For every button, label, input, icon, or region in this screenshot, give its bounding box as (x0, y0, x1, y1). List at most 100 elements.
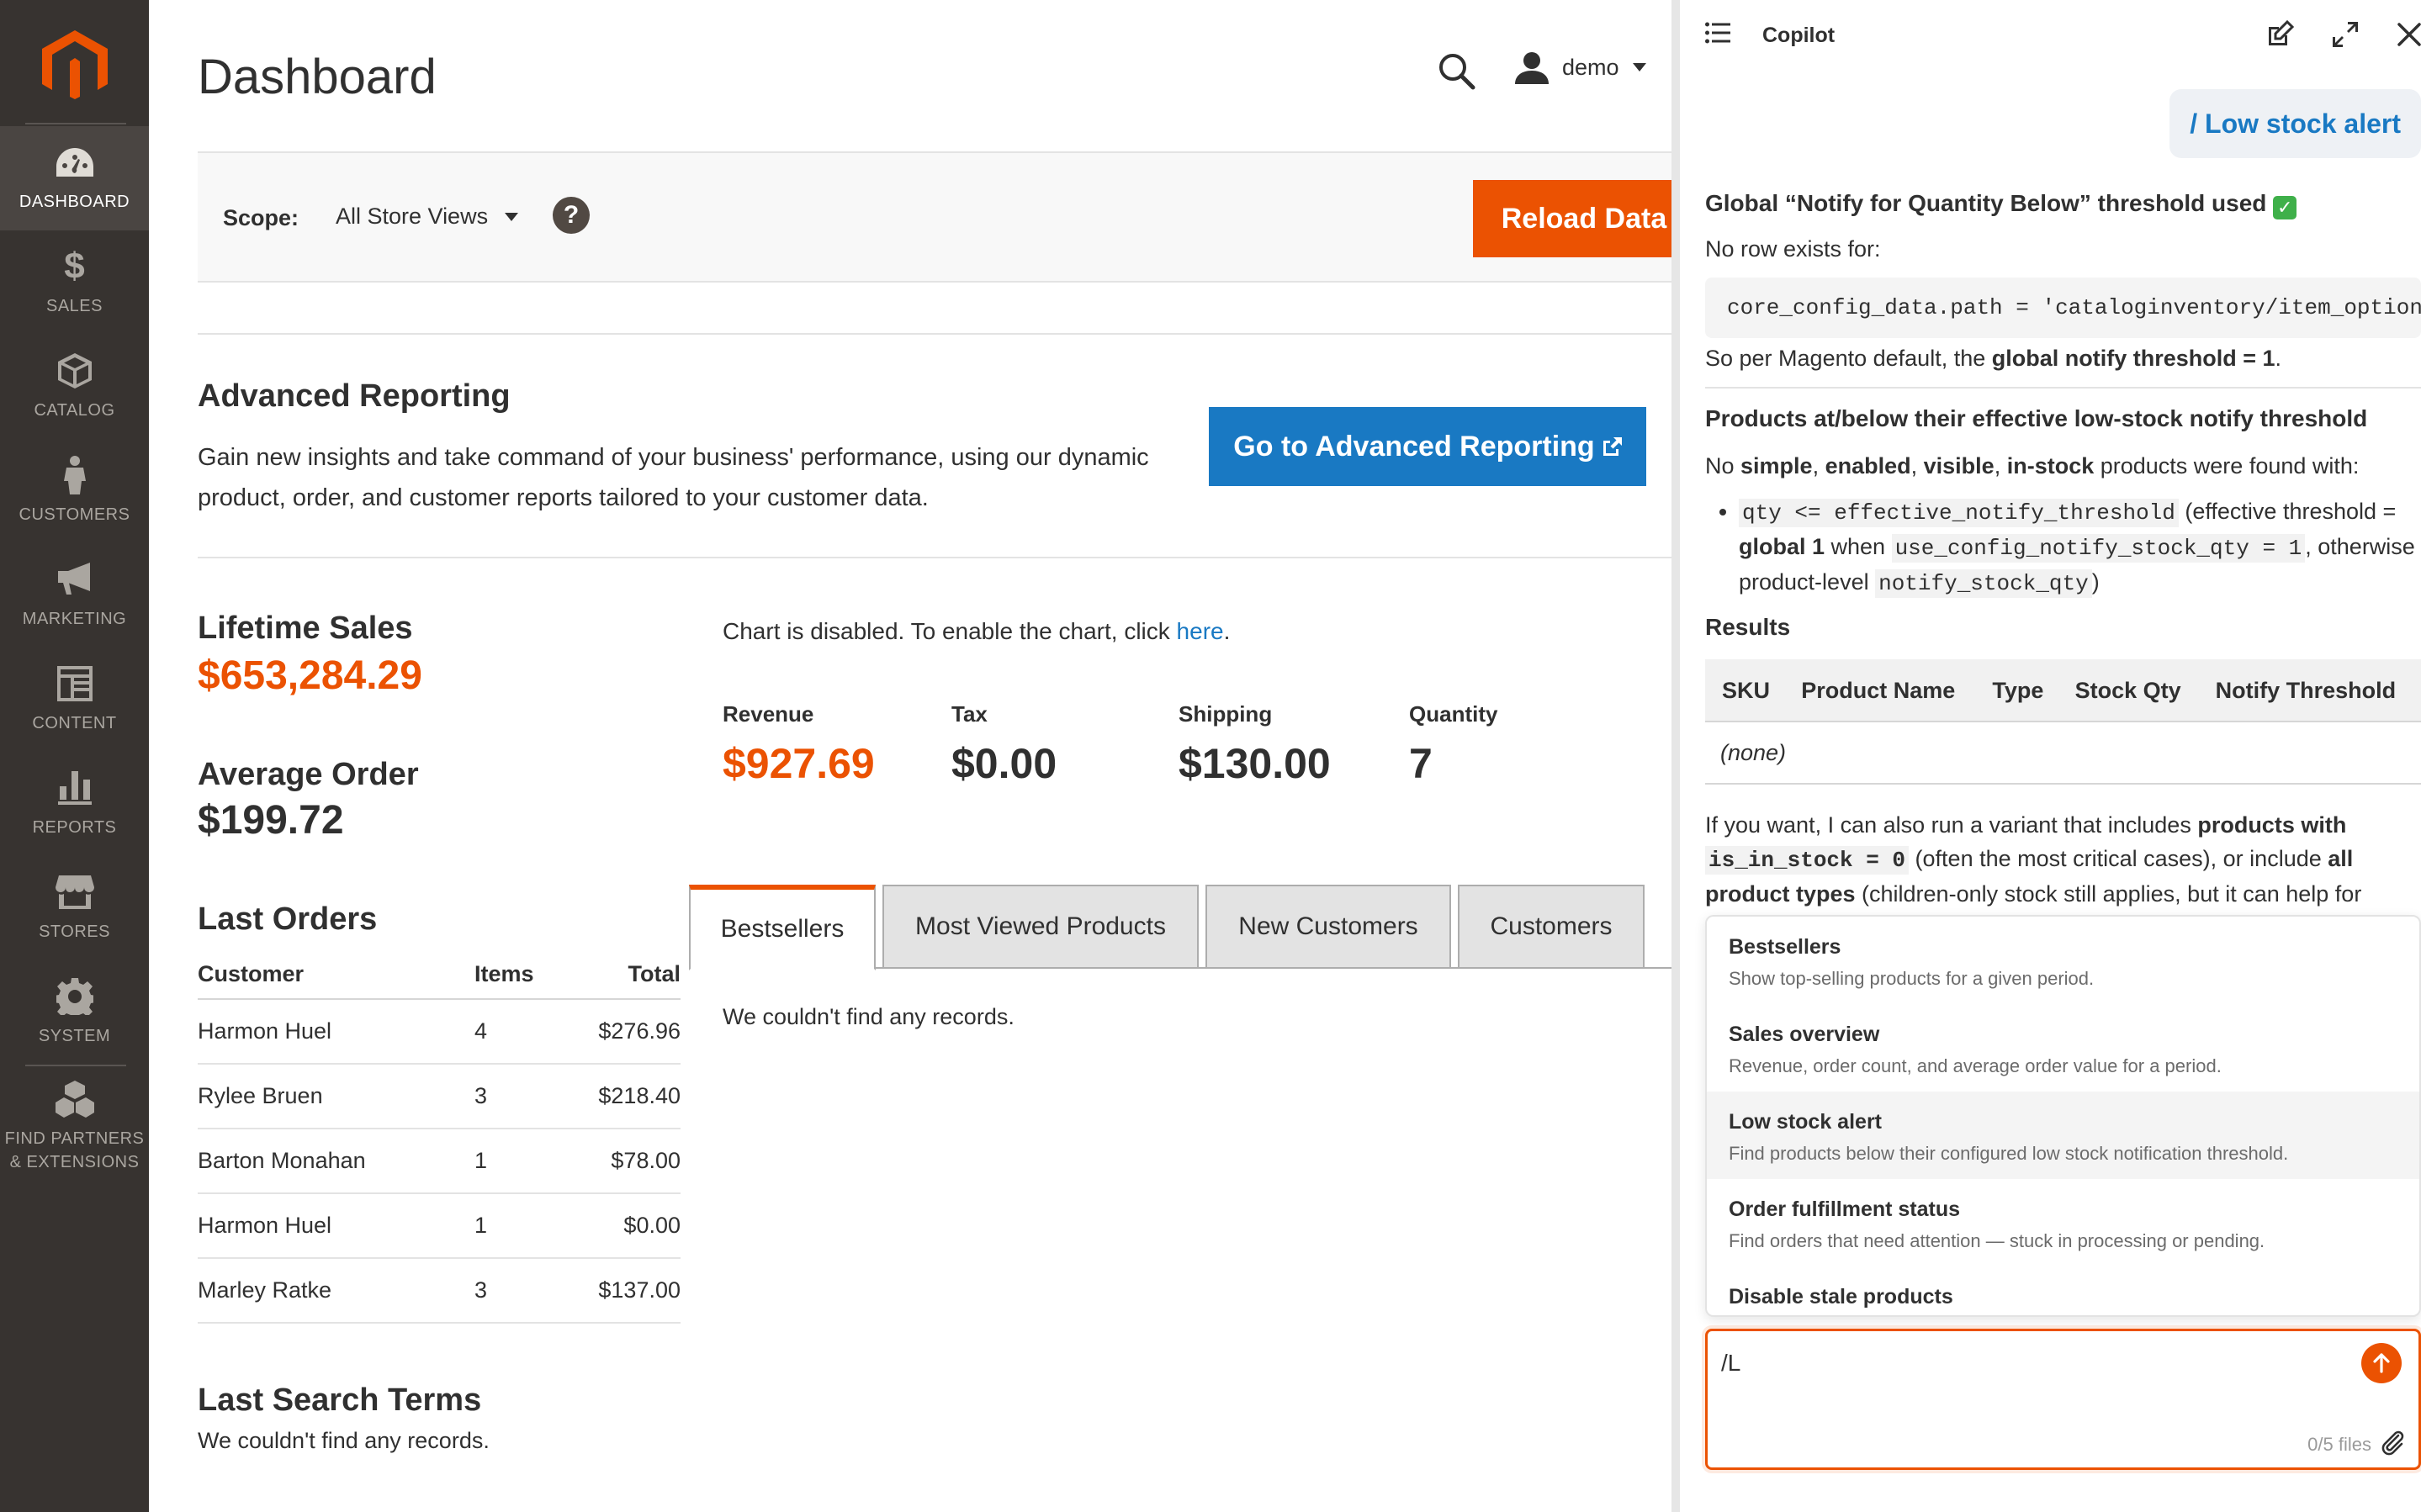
paperclip-icon[interactable] (2380, 1430, 2407, 1457)
files-count: 0/5 files (2307, 1434, 2371, 1455)
average-order-label: Average Order (198, 757, 419, 792)
sidebar-item-find-partners[interactable]: FIND PARTNERS & EXTENSIONS (0, 1070, 149, 1184)
box-icon (56, 352, 94, 390)
average-order-value: $199.72 (198, 798, 344, 843)
chart-disabled-note: Chart is disabled. To enable the chart, … (723, 618, 1231, 644)
total-revenue: Revenue $927.69 (723, 701, 875, 787)
sidebar-item-marketing[interactable]: MARKETING (0, 543, 149, 648)
sidebar-item-sales[interactable]: $ SALES (0, 230, 149, 335)
checkmark-icon: ✓ (2273, 196, 2297, 219)
sidebar-item-dashboard[interactable]: DASHBOARD (0, 126, 149, 230)
column-header: Customer (198, 950, 474, 1000)
sidebar-item-reports[interactable]: REPORTS (0, 752, 149, 856)
go-to-advanced-reporting-button[interactable]: Go to Advanced Reporting (1209, 407, 1646, 486)
admin-sidebar: DASHBOARD $ SALES CATALOG CUSTOMERS MARK… (0, 0, 149, 1512)
button-label: Go to Advanced Reporting (1233, 430, 1595, 463)
column-header: Product Name (1788, 659, 1979, 722)
sidebar-item-system[interactable]: SYSTEM (0, 960, 149, 1065)
answer-text: No simple, enabled, visible, in-stock pr… (1705, 453, 2360, 478)
suggestion-disable-stale-products[interactable]: Disable stale products (1707, 1266, 2419, 1315)
suggestion-bestsellers[interactable]: Bestsellers Show top-selling products fo… (1707, 917, 2419, 1004)
column-header: Total (588, 950, 681, 1000)
user-name: demo (1562, 54, 1619, 80)
search-icon[interactable] (1436, 50, 1476, 91)
lifetime-sales-value: $653,284.29 (198, 653, 422, 698)
reload-data-button[interactable]: Reload Data (1473, 180, 1695, 257)
answer-heading: Products at/below their effective low-st… (1705, 405, 2368, 431)
table-header-row: Customer Items Total (198, 950, 681, 1000)
magento-logo-icon[interactable] (42, 30, 108, 99)
suggestion-low-stock-alert[interactable]: Low stock alert Find products below thei… (1707, 1092, 2419, 1179)
advanced-reporting-title: Advanced Reporting (198, 378, 511, 414)
enable-chart-link[interactable]: here (1177, 618, 1224, 644)
user-message-bubble: / Low stock alert (2169, 89, 2421, 158)
suggestion-order-fulfillment-status[interactable]: Order fulfillment status Find orders tha… (1707, 1179, 2419, 1266)
storefront-icon (55, 873, 94, 912)
answer-text: No row exists for: (1705, 236, 1881, 262)
chevron-down-icon (1632, 63, 1646, 71)
dashboard-tabs: Bestsellers Most Viewed Products New Cus… (689, 885, 1671, 970)
column-header: SKU (1705, 659, 1788, 722)
sidebar-item-catalog[interactable]: CATALOG (0, 335, 149, 439)
scope-bar: Scope: All Store Views ? Reload Data (198, 151, 1695, 283)
table-row[interactable]: Barton Monahan 1 $78.00 (198, 1129, 681, 1194)
assistant-answer: Global “Notify for Quantity Below” thres… (1705, 187, 2421, 375)
new-chat-icon[interactable] (2265, 20, 2294, 49)
assistant-answer-section: Products at/below their effective low-st… (1705, 402, 2421, 911)
section-divider (198, 333, 1671, 335)
total-shipping: Shipping $130.00 (1179, 701, 1331, 787)
command-suggestions: Bestsellers Show top-selling products fo… (1705, 915, 2421, 1317)
table-row[interactable]: Marley Ratke 3 $137.00 (198, 1258, 681, 1324)
user-menu[interactable]: demo (1515, 50, 1646, 84)
answer-divider (1705, 387, 2421, 389)
person-icon (56, 456, 94, 494)
scope-label: Scope: (223, 205, 299, 230)
tab-content-empty: We couldn't find any records. (723, 1004, 1014, 1029)
suggestion-sales-overview[interactable]: Sales overview Revenue, order count, and… (1707, 1004, 2419, 1092)
last-orders-title: Last Orders (198, 901, 378, 937)
logo-divider (25, 123, 126, 124)
sidebar-item-customers[interactable]: CUSTOMERS (0, 439, 149, 543)
results-table: SKU Product Name Type Stock Qty Notify T… (1705, 659, 2421, 785)
total-quantity: Quantity 7 (1409, 701, 1498, 787)
tab-customers[interactable]: Customers (1458, 885, 1645, 969)
send-button[interactable] (2361, 1343, 2402, 1383)
list-menu-icon[interactable] (1705, 22, 1730, 44)
message-input[interactable] (1721, 1350, 2327, 1377)
table-row[interactable]: Harmon Huel 1 $0.00 (198, 1193, 681, 1259)
help-icon[interactable]: ? (553, 197, 590, 234)
lifetime-sales-label: Lifetime Sales (198, 611, 413, 646)
sidebar-item-content[interactable]: CONTENT (0, 648, 149, 752)
dashboard-main: Dashboard demo Scope: All Store Views ? … (149, 0, 1695, 1512)
tab-bestsellers[interactable]: Bestsellers (689, 885, 876, 970)
expand-icon[interactable] (2331, 20, 2360, 49)
column-header: Items (474, 950, 588, 1000)
bullet-item: qty <= effective_notify_threshold (effec… (1739, 494, 2421, 600)
column-header: Stock Qty (2061, 659, 2202, 722)
advanced-reporting-text: Gain new insights and take command of yo… (198, 444, 1149, 511)
table-header-row: SKU Product Name Type Stock Qty Notify T… (1705, 659, 2421, 722)
sidebar-item-stores[interactable]: STORES (0, 856, 149, 960)
column-header: Notify Threshold (2201, 659, 2421, 722)
sidebar-label: FIND PARTNERS & EXTENSIONS (4, 1129, 145, 1171)
dashboard-icon (56, 143, 94, 182)
tab-most-viewed-products[interactable]: Most Viewed Products (882, 885, 1199, 969)
answer-followup-text: If you want, I can also run a variant th… (1705, 812, 2362, 907)
scope-select[interactable]: All Store Views (336, 204, 519, 230)
sidebar-label: DASHBOARD (19, 193, 130, 211)
bar-chart-icon (56, 769, 94, 807)
tab-new-customers[interactable]: New Customers (1205, 885, 1451, 969)
code-block: core_config_data.path = 'cataloginventor… (1705, 278, 2421, 338)
message-composer: 0/5 files (1705, 1329, 2421, 1470)
megaphone-icon (56, 560, 94, 599)
table-row[interactable]: Harmon Huel 4 $276.96 (198, 999, 681, 1065)
close-icon[interactable] (2395, 20, 2421, 49)
user-icon (1515, 52, 1549, 84)
sidebar-label: CUSTOMERS (19, 505, 130, 524)
table-row[interactable]: Rylee Bruen 3 $218.40 (198, 1064, 681, 1129)
scope-value: All Store Views (336, 204, 489, 229)
last-search-terms-title: Last Search Terms (198, 1382, 482, 1418)
answer-text: So per Magento default, the global notif… (1705, 346, 2282, 371)
totals-row: Revenue $927.69 Tax $0.00 Shipping $130.… (723, 701, 1648, 794)
answer-heading: Global “Notify for Quantity Below” thres… (1705, 187, 2421, 220)
